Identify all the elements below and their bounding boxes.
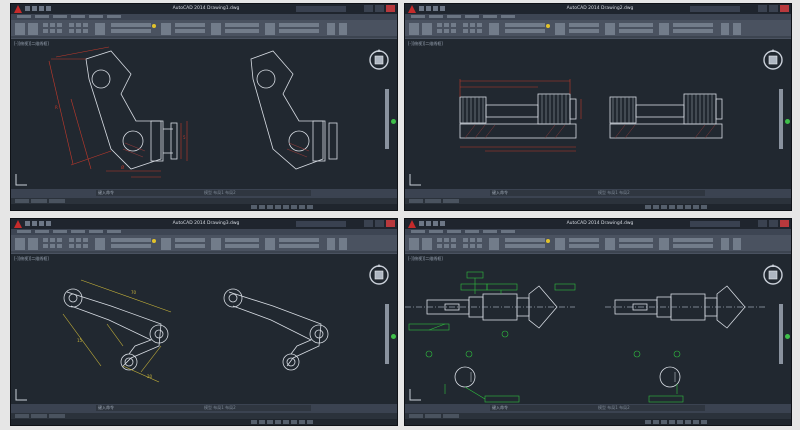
search-box[interactable] [296,6,346,12]
cad-window-1: AutoCAD 2014 Drawing1.dwg [-][俯视][二维线框] … [10,3,398,211]
window-title: AutoCAD 2014 Drawing2.dwg [566,6,634,11]
title-bar: AutoCAD 2014 Drawing3.dwg [11,219,397,229]
command-line[interactable]: 键入命令 模型 布局1 布局2 [96,190,311,196]
layout-status-text: 模型 布局1 布局2 [598,190,630,195]
cad-window-4: AutoCAD 2014 Drawing4.dwg [-][俯视][二维线框] … [404,218,792,426]
layout-status-text: 模型 布局1 布局2 [598,405,630,410]
command-line[interactable]: 键入命令 模型 布局1 布局2 [490,190,705,196]
cad-window-2: AutoCAD 2014 Drawing2.dwg [-][俯视][二维线框] … [404,3,792,211]
title-bar: AutoCAD 2014 Drawing2.dwg [405,4,791,14]
command-line[interactable]: 键入命令 模型 布局1 布局2 [96,405,311,411]
search-box[interactable] [690,6,740,12]
ribbon-tools[interactable] [11,20,397,39]
close-icon[interactable] [386,5,395,12]
command-line[interactable]: 键入命令 模型 布局1 布局2 [490,405,705,411]
layout-status-text: 模型 布局1 布局2 [204,405,236,410]
drawing-canvas[interactable]: [-][俯视][二维线框] [405,254,791,404]
ribbon[interactable] [11,229,397,254]
ribbon-tools[interactable] [405,20,791,39]
minimize-icon[interactable] [758,5,767,12]
search-box[interactable] [690,221,740,227]
close-icon[interactable] [780,5,789,12]
autocad-logo-icon[interactable] [408,220,416,228]
close-icon[interactable] [386,220,395,227]
cad-drawing-linkage: 70 15 20 [62,279,329,383]
svg-text:15: 15 [77,338,83,343]
minimize-icon[interactable] [364,5,373,12]
cad-window-3: AutoCAD 2014 Drawing3.dwg [-][俯视][二维线框] … [10,218,398,426]
title-bar: AutoCAD 2014 Drawing4.dwg [405,219,791,229]
layout-status-text: 模型 布局1 布局2 [204,190,236,195]
command-prompt: 键入命令 [492,405,508,410]
close-icon[interactable] [780,220,789,227]
command-prompt: 键入命令 [492,190,508,195]
title-bar: AutoCAD 2014 Drawing1.dwg [11,4,397,14]
quick-access-toolbar[interactable] [25,221,51,226]
drawing-canvas[interactable]: [-][俯视][二维线框] [11,39,397,189]
status-bar[interactable] [405,419,791,425]
drawing-canvas[interactable]: [-][俯视][二维线框] [11,254,397,404]
maximize-icon[interactable] [375,220,384,227]
svg-text:70: 70 [131,290,137,295]
autocad-logo-icon[interactable] [14,220,22,228]
window-title: AutoCAD 2014 Drawing1.dwg [172,6,240,11]
status-bar[interactable] [405,204,791,210]
cad-drawing-shaft [405,271,765,403]
maximize-icon[interactable] [769,220,778,227]
maximize-icon[interactable] [769,5,778,12]
status-bar[interactable] [11,204,397,210]
window-title: AutoCAD 2014 Drawing3.dwg [172,221,240,226]
window-title: AutoCAD 2014 Drawing4.dwg [566,221,634,226]
svg-text:20: 20 [147,374,153,379]
svg-text:5: 5 [183,135,186,140]
ribbon[interactable] [405,229,791,254]
minimize-icon[interactable] [364,220,373,227]
svg-text:R: R [55,105,58,110]
cad-drawing-rollers [459,79,723,152]
ribbon[interactable] [11,14,397,39]
ribbon-tools[interactable] [11,235,397,254]
status-bar[interactable] [11,419,397,425]
svg-text:Ø: Ø [121,165,124,170]
quick-access-toolbar[interactable] [25,6,51,11]
quick-access-toolbar[interactable] [419,221,445,226]
search-box[interactable] [296,221,346,227]
ribbon[interactable] [405,14,791,39]
minimize-icon[interactable] [758,220,767,227]
maximize-icon[interactable] [375,5,384,12]
autocad-logo-icon[interactable] [408,5,416,13]
quick-access-toolbar[interactable] [419,6,445,11]
cad-drawing-bracket: R Ø 5 [48,46,338,178]
autocad-logo-icon[interactable] [14,5,22,13]
command-prompt: 键入命令 [98,190,114,195]
command-prompt: 键入命令 [98,405,114,410]
drawing-canvas[interactable]: [-][俯视][二维线框] [405,39,791,189]
ribbon-tools[interactable] [405,235,791,254]
